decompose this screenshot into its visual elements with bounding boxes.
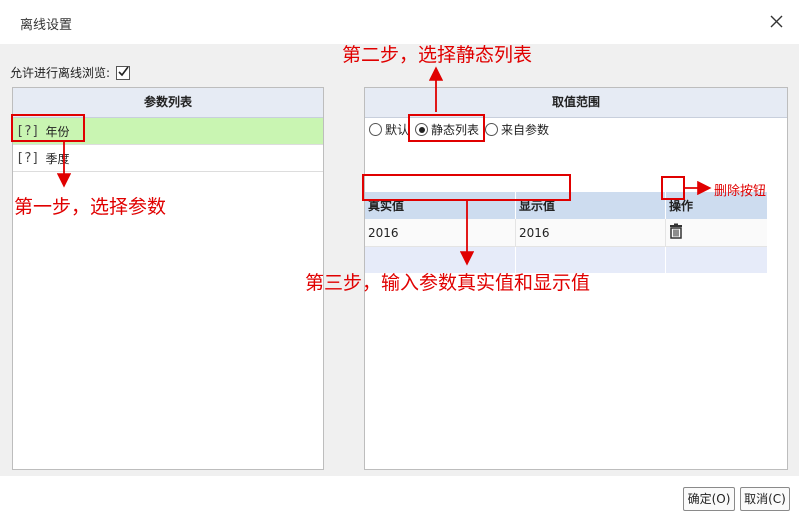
param-item-label: 季度 [45, 151, 70, 166]
dialog-title: 离线设置 [20, 18, 73, 33]
radio-default-circle[interactable] [369, 123, 382, 136]
annotation-step1: 第一步，选择参数 [14, 196, 167, 218]
annotation-box-values [362, 174, 571, 201]
allow-offline-checkbox[interactable] [116, 65, 131, 80]
display-value-cell[interactable]: 2016 [515, 219, 665, 246]
radio-from-param-circle[interactable] [485, 123, 499, 136]
parameter-icon: [?] [16, 150, 40, 166]
value-table: 真实值 显示值 操作 2016 2016 [365, 192, 767, 273]
operation-cell [665, 219, 767, 246]
radio-from-param-label: 来自参数 [501, 123, 550, 137]
annotation-delete: 删除按钮 [714, 184, 767, 199]
allow-offline-label: 允许进行离线浏览: [10, 66, 111, 80]
annotation-box-delete [661, 176, 685, 200]
table-row: 2016 2016 [365, 219, 767, 247]
radio-default[interactable]: 默认 [369, 121, 409, 138]
annotation-box-static-list [408, 114, 485, 142]
annotation-box-param [11, 114, 85, 142]
dialog-body: 允许进行离线浏览: 参数列表 [?] 年份 [?] 季度 取值范围 默认 静态列… [0, 44, 799, 476]
real-value-cell[interactable]: 2016 [365, 219, 515, 246]
trash-icon[interactable] [669, 223, 683, 242]
title-bar: 离线设置 [0, 0, 799, 44]
radio-from-param[interactable]: 来自参数 [485, 121, 549, 138]
dialog-footer [0, 476, 799, 516]
parameter-list-panel: 参数列表 [?] 年份 [?] 季度 [12, 87, 324, 470]
param-item-quarter[interactable]: [?] 季度 [13, 145, 323, 172]
radio-default-label: 默认 [385, 123, 410, 137]
allow-offline-row: 允许进行离线浏览: [10, 64, 131, 81]
annotation-step3: 第三步，输入参数真实值和显示值 [305, 272, 591, 294]
empty-cell [665, 247, 767, 273]
ok-button[interactable]: 确定(O) [683, 487, 735, 511]
close-icon[interactable] [767, 12, 787, 32]
annotation-step2: 第二步，选择静态列表 [342, 44, 533, 66]
checkmark-icon [118, 66, 129, 76]
cancel-button[interactable]: 取消(C) [740, 487, 790, 511]
